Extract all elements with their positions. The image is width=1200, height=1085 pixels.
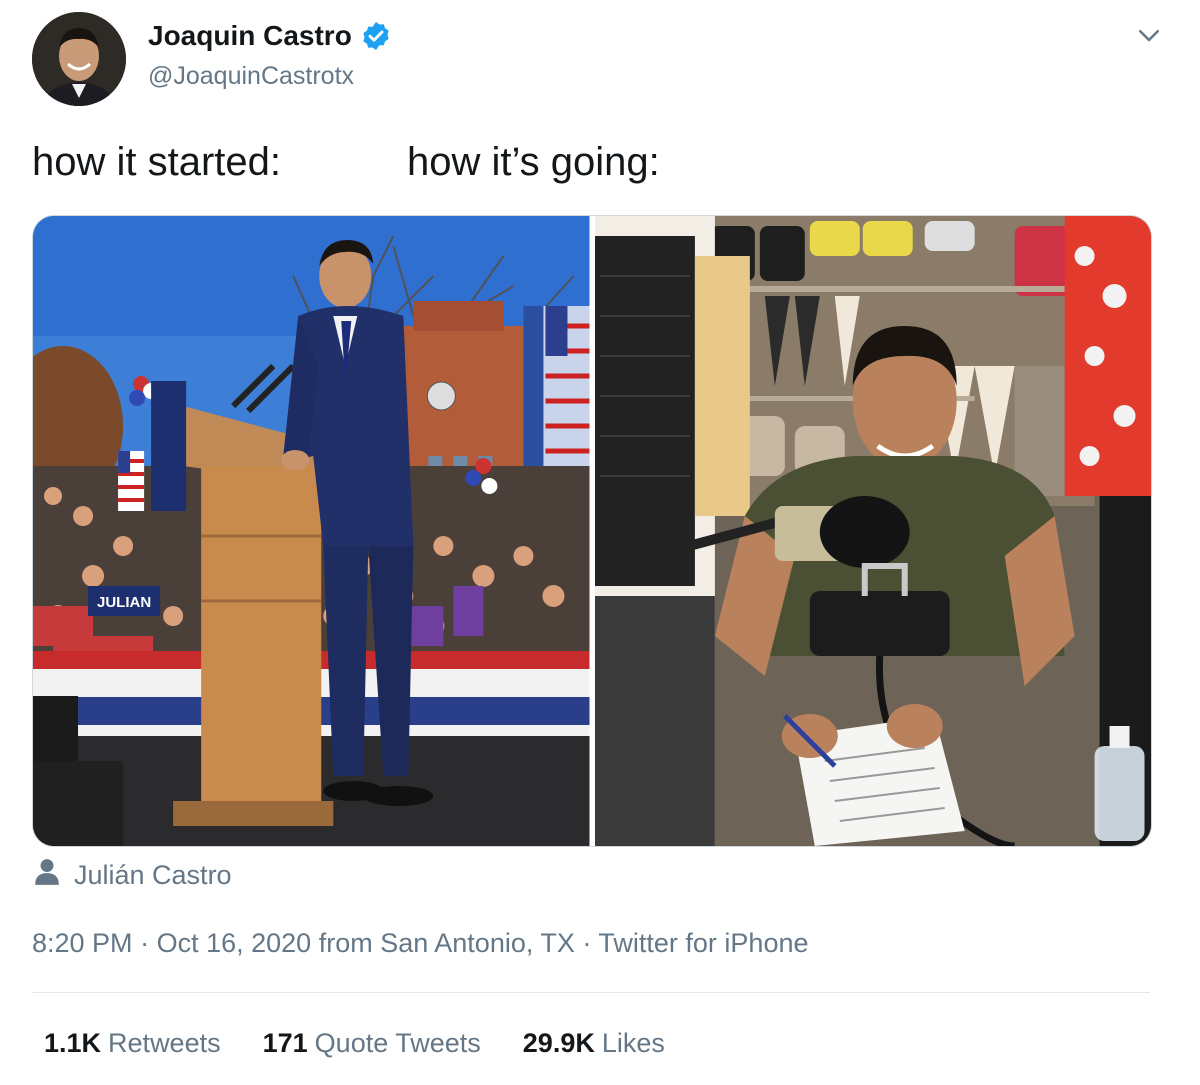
location-prefix: from xyxy=(318,928,373,958)
likes-label: Likes xyxy=(601,1028,665,1058)
tweet-source[interactable]: Twitter for iPhone xyxy=(598,928,808,958)
divider xyxy=(32,992,1150,993)
quote-tweets-stat[interactable]: 171 Quote Tweets xyxy=(263,1028,481,1059)
tweet-stats: 1.1K Retweets 171 Quote Tweets 29.9K Likes xyxy=(44,1028,665,1059)
tweet-text-right: how it’s going: xyxy=(407,140,660,184)
tweet-location[interactable]: San Antonio, TX xyxy=(380,928,575,958)
chevron-down-icon[interactable] xyxy=(1134,20,1164,50)
author-display-name[interactable]: Joaquin Castro xyxy=(148,20,352,52)
tweet-text: how it started: how it’s going: xyxy=(32,140,660,185)
avatar[interactable] xyxy=(32,12,126,106)
likes-stat[interactable]: 29.9K Likes xyxy=(523,1028,665,1059)
retweets-label: Retweets xyxy=(108,1028,221,1058)
retweets-stat[interactable]: 1.1K Retweets xyxy=(44,1028,221,1059)
photo-podium-rally[interactable]: JULIAN xyxy=(33,216,590,846)
quote-tweets-count: 171 xyxy=(262,1028,308,1058)
author-handle[interactable]: @JoaquinCastrotx xyxy=(148,62,354,91)
tweet-meta: 8:20 PM · Oct 16, 2020 from San Antonio,… xyxy=(32,928,809,959)
campaign-sign-text: JULIAN xyxy=(97,594,151,611)
tweet-text-left: how it started: xyxy=(32,140,282,184)
meta-separator: · xyxy=(140,928,157,958)
meta-separator: · xyxy=(582,928,599,958)
avatar-photo xyxy=(32,12,126,106)
tweet-date[interactable]: Oct 16, 2020 xyxy=(157,928,312,958)
tagged-user-name: Julián Castro xyxy=(74,860,232,890)
person-icon xyxy=(34,858,60,893)
quote-tweets-label: Quote Tweets xyxy=(314,1028,481,1058)
verified-badge-icon xyxy=(360,20,392,52)
tweet-media: JULIAN xyxy=(32,215,1152,847)
likes-count: 29.9K xyxy=(522,1028,595,1058)
tagged-users[interactable]: Julián Castro xyxy=(34,858,232,893)
tweet-time[interactable]: 8:20 PM xyxy=(32,928,133,958)
retweets-count: 1.1K xyxy=(44,1028,102,1058)
photo-closet-podcast[interactable] xyxy=(594,216,1151,846)
